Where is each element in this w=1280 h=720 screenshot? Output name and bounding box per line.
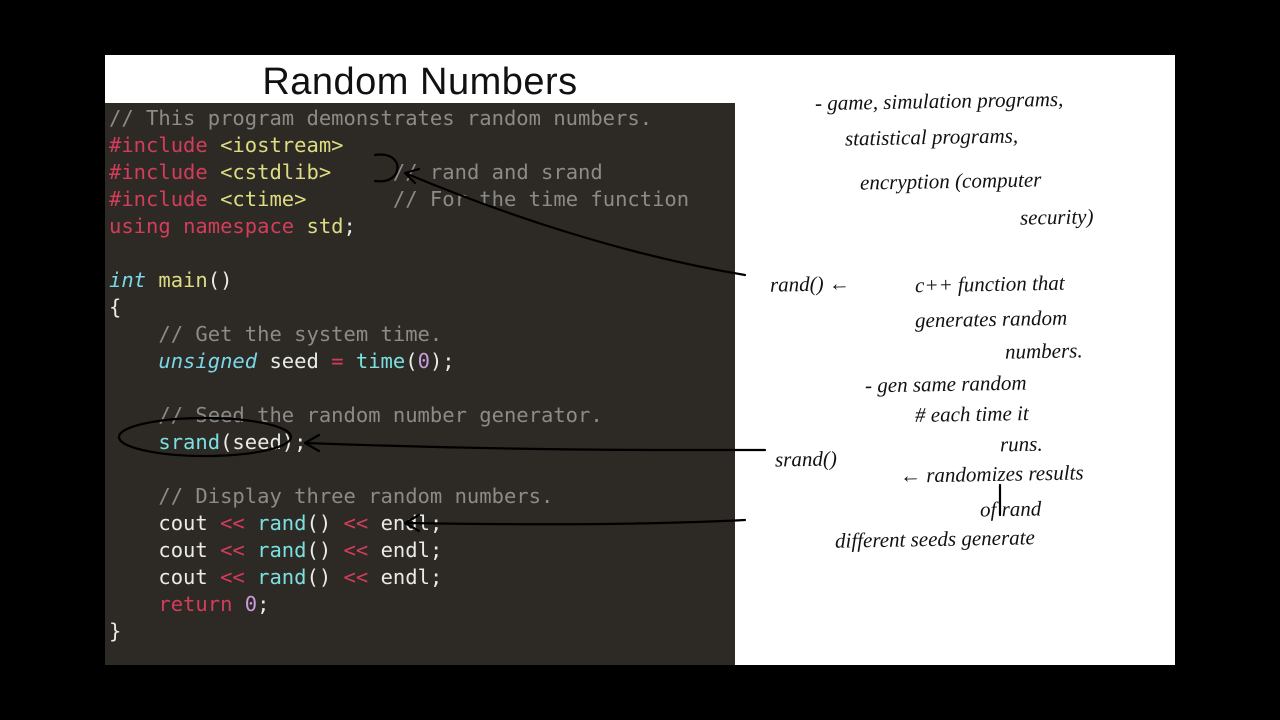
- code-func: srand: [158, 430, 220, 454]
- code-func: rand: [257, 538, 306, 562]
- code-op: =: [331, 349, 343, 373]
- note-line: ← randomizes results: [900, 458, 1084, 489]
- note-line: srand(): [775, 444, 837, 473]
- code-punct: (): [307, 565, 332, 589]
- code-type: unsigned: [158, 349, 257, 373]
- code-punct: (): [307, 538, 332, 562]
- code-ident: endl: [381, 511, 430, 535]
- note-line: - game, simulation programs,: [815, 85, 1064, 117]
- code-func: rand: [257, 511, 306, 535]
- handwritten-notes: - game, simulation programs, statistical…: [745, 75, 1165, 655]
- code-op: <<: [344, 565, 369, 589]
- code-ident: seed: [269, 349, 318, 373]
- code-comment: // Get the system time.: [158, 322, 442, 346]
- code-punct: ;: [257, 592, 269, 616]
- code-op: <<: [344, 538, 369, 562]
- code-func: time: [356, 349, 405, 373]
- code-comment: // For the time function: [393, 187, 689, 211]
- code-keyword: namespace: [183, 214, 294, 238]
- note-line: c++ function that: [915, 269, 1065, 300]
- code-ident: endl: [381, 538, 430, 562]
- code-op: <<: [220, 538, 245, 562]
- note-line: runs.: [1000, 430, 1043, 459]
- note-line: rand() ←: [770, 269, 850, 298]
- code-keyword: #include: [109, 187, 208, 211]
- code-ident: std: [307, 214, 344, 238]
- code-keyword: using: [109, 214, 171, 238]
- note-line: - gen same random: [865, 369, 1027, 400]
- code-block: // This program demonstrates random numb…: [105, 103, 735, 665]
- code-header: <cstdlib>: [220, 160, 331, 184]
- code-brace: }: [109, 619, 121, 643]
- slide-title: Random Numbers: [105, 61, 735, 104]
- code-op: <<: [220, 511, 245, 535]
- code-punct: ;: [430, 511, 442, 535]
- code-header: <iostream>: [220, 133, 343, 157]
- code-ident: endl: [381, 565, 430, 589]
- code-comment: // rand and srand: [393, 160, 603, 184]
- code-punct: ;: [430, 565, 442, 589]
- code-op: <<: [220, 565, 245, 589]
- code-keyword: #include: [109, 160, 208, 184]
- code-comment: // Display three random numbers.: [158, 484, 553, 508]
- code-brace: {: [109, 295, 121, 319]
- code-punct: (: [405, 349, 417, 373]
- code-op: <<: [344, 511, 369, 535]
- code-comment: // This program demonstrates random numb…: [109, 106, 652, 130]
- code-func-name: main: [158, 268, 207, 292]
- code-keyword: #include: [109, 133, 208, 157]
- code-keyword: return: [158, 592, 232, 616]
- note-line: statistical programs,: [845, 121, 1019, 152]
- code-type: int: [109, 268, 146, 292]
- code-punct: ;: [430, 538, 442, 562]
- code-punct: ;: [344, 214, 356, 238]
- code-ident: cout: [158, 565, 207, 589]
- code-punct: (): [307, 511, 332, 535]
- code-punct: (seed);: [220, 430, 306, 454]
- note-line: different seeds generate: [835, 523, 1035, 554]
- code-number: 0: [245, 592, 257, 616]
- code-ident: cout: [158, 538, 207, 562]
- code-header: <ctime>: [220, 187, 306, 211]
- note-line: generates random: [915, 304, 1068, 335]
- code-punct: (): [208, 268, 233, 292]
- code-punct: );: [430, 349, 455, 373]
- note-line: numbers.: [1005, 336, 1083, 365]
- note-line: encryption (computer: [860, 165, 1042, 196]
- code-number: 0: [418, 349, 430, 373]
- code-ident: cout: [158, 511, 207, 535]
- note-line: security): [1020, 202, 1094, 231]
- slide: Random Numbers // This program demonstra…: [105, 55, 1175, 665]
- code-func: rand: [257, 565, 306, 589]
- code-comment: // Seed the random number generator.: [158, 403, 602, 427]
- note-line: of rand: [980, 494, 1042, 523]
- note-line: # each time it: [915, 399, 1029, 429]
